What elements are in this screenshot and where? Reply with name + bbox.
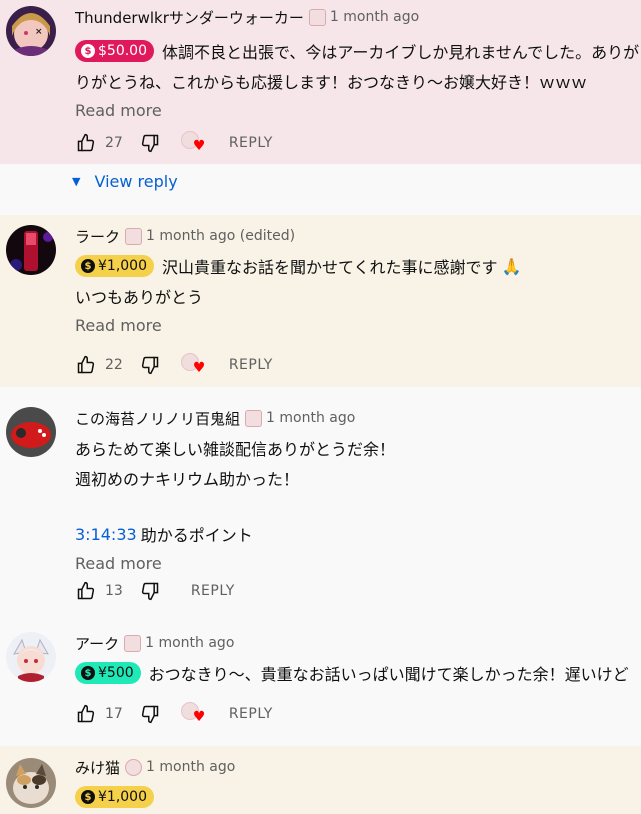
dollar-coin-icon: $	[81, 259, 95, 273]
heart-icon: ♥	[192, 360, 206, 376]
comment-time[interactable]: 1 month ago	[330, 9, 419, 25]
super-thanks-amount: $50.00	[98, 43, 147, 59]
super-thanks-chip: $ ¥500	[75, 662, 141, 684]
thumbs-up-icon[interactable]	[75, 703, 97, 725]
heart-icon: ♥	[192, 709, 206, 725]
comment-time[interactable]: 1 month ago	[145, 635, 234, 651]
comment-ark: アーク 1 month ago $ ¥500 おつなきり～、貴重なお話いっぱい聞…	[0, 612, 641, 746]
view-reply-button[interactable]: ▼ View reply	[72, 168, 178, 194]
creator-heart-badge: ♥	[180, 702, 207, 726]
avatar[interactable]: ×	[6, 6, 56, 56]
thumbs-up-icon[interactable]	[75, 580, 97, 602]
super-thanks-chip: $ $50.00	[75, 40, 154, 62]
member-badge-icon	[125, 758, 143, 776]
read-more-button[interactable]: Read more	[75, 553, 641, 575]
avatar[interactable]	[6, 225, 56, 275]
thumbs-down-icon[interactable]	[139, 354, 161, 376]
reply-button[interactable]: REPLY	[229, 135, 273, 151]
like-count: 22	[105, 357, 123, 373]
folded-hands-icon: 🙏	[501, 256, 522, 276]
dollar-coin-icon: $	[81, 666, 95, 680]
thumbs-up-icon[interactable]	[75, 354, 97, 376]
reply-button[interactable]: REPLY	[229, 357, 273, 373]
author-name[interactable]: ラーク	[75, 226, 120, 247]
avatar[interactable]	[6, 407, 56, 457]
thumbs-down-icon[interactable]	[139, 132, 161, 154]
comment-text-line: おつなきり～、貴重なお話いっぱい聞けて楽しかった余！遅いけど	[148, 665, 629, 684]
like-count: 27	[105, 135, 123, 151]
super-thanks-amount: ¥1,000	[98, 789, 147, 805]
comment-text-line: 沢山貴重なお話を聞かせてくれた事に感謝です	[162, 258, 498, 277]
read-more-button[interactable]: Read more	[75, 315, 641, 337]
member-badge-icon	[124, 634, 142, 652]
super-thanks-chip: $ ¥1,000	[75, 786, 154, 808]
author-name[interactable]: Thunderwlkrサンダーウォーカー	[75, 7, 304, 28]
avatar[interactable]	[6, 758, 56, 808]
comment-text-line: あらためて楽しい雑談配信ありがとうだ余！	[75, 440, 396, 459]
creator-heart-badge: ♥	[180, 131, 207, 155]
heart-icon: ♥	[192, 138, 206, 154]
like-count: 17	[105, 706, 123, 722]
comment-mikeneko: みけ猫 1 month ago $ ¥1,000	[0, 746, 641, 814]
comment-text-line: 週初めのナキリウム助かった！	[75, 470, 300, 489]
author-name[interactable]: みけ猫	[75, 757, 120, 778]
author-name[interactable]: アーク	[75, 633, 119, 654]
comment-text-line: 助かるポイント	[140, 526, 253, 545]
dollar-coin-icon: $	[81, 790, 95, 804]
thumbs-down-icon[interactable]	[139, 580, 161, 602]
read-more-button[interactable]: Read more	[75, 100, 641, 122]
member-badge-icon	[308, 8, 326, 26]
comment-text-line: りがとうね、これからも応援します！おつなきり～お嬢大好き！ｗｗｗ	[75, 73, 588, 92]
comment-time[interactable]: 1 month ago	[266, 410, 355, 426]
member-badge-icon	[245, 409, 263, 427]
comment-nori: この海苔ノリノリ百鬼組 1 month ago あらためて楽しい雑談配信ありがと…	[0, 387, 641, 612]
comment-time[interactable]: 1 month ago	[146, 759, 235, 775]
comment-time[interactable]: 1 month ago (edited)	[146, 228, 295, 244]
timestamp-link[interactable]: 3:14:33	[75, 525, 137, 544]
super-thanks-chip: $ ¥1,000	[75, 255, 154, 277]
member-badge-icon	[125, 227, 143, 245]
creator-heart-badge: ♥	[180, 353, 207, 377]
comment-thunderwlkr: × Thunderwlkrサンダーウォーカー 1 month ago $ $50…	[0, 0, 641, 164]
avatar[interactable]	[6, 632, 56, 682]
author-name[interactable]: この海苔ノリノリ百鬼組	[75, 408, 240, 429]
comment-rak: ラーク 1 month ago (edited) $ ¥1,000 沢山貴重なお…	[0, 215, 641, 387]
reply-button[interactable]: REPLY	[229, 706, 273, 722]
like-count: 13	[105, 583, 123, 599]
super-thanks-amount: ¥500	[98, 665, 134, 681]
thumbs-down-icon[interactable]	[139, 703, 161, 725]
svg-text:×: ×	[35, 27, 43, 37]
reply-button[interactable]: REPLY	[191, 583, 235, 599]
thumbs-up-icon[interactable]	[75, 132, 97, 154]
chevron-down-icon: ▼	[72, 174, 81, 188]
comment-text-line: 体調不良と出張で、今はアーカイブしか見れませんでした。ありがとうね、	[162, 43, 641, 62]
view-reply-label: View reply	[94, 171, 178, 191]
super-thanks-amount: ¥1,000	[98, 258, 147, 274]
dollar-coin-icon: $	[81, 44, 95, 58]
comment-text-line: いつもありがとう	[75, 288, 204, 307]
